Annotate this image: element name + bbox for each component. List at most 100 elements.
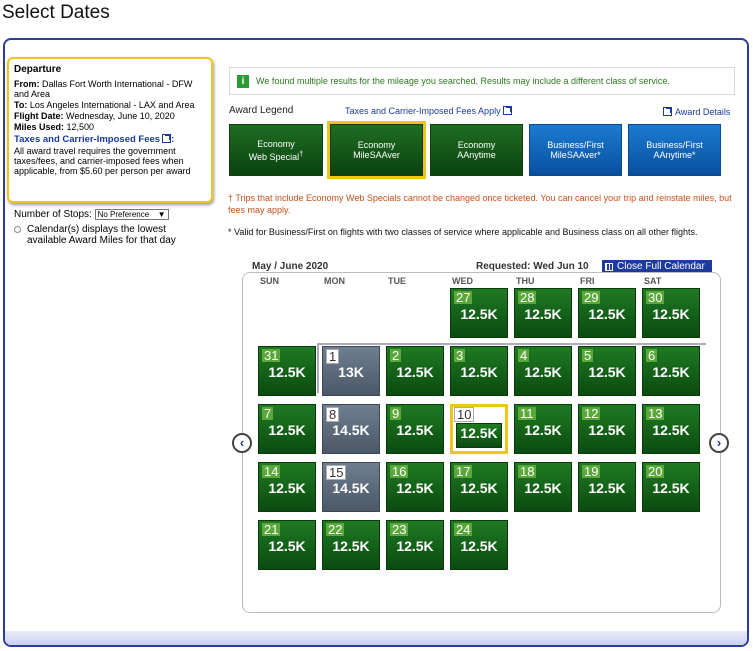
to-row: To: Los Angeles International - LAX and …: [14, 100, 206, 110]
stops-selected-value: No Preference: [97, 210, 150, 219]
next-month-button[interactable]: ›: [709, 433, 729, 453]
stops-select[interactable]: No Preference ▼: [94, 209, 169, 220]
external-link-icon[interactable]: [162, 134, 172, 143]
weekday-thu: THU: [516, 276, 535, 286]
award-line1: Economy: [357, 140, 396, 150]
day-number: 9: [390, 406, 402, 421]
weekday-sun: SUN: [260, 276, 280, 286]
calendar-day-9[interactable]: 9 12.5K: [386, 404, 444, 454]
day-number: 6: [646, 348, 658, 363]
day-number: 5: [582, 348, 594, 363]
calendar-day-18[interactable]: 18 12.5K: [514, 462, 572, 512]
calendar-day-13[interactable]: 13 12.5K: [642, 404, 700, 454]
calendar-day-23[interactable]: 23 12.5K: [386, 520, 444, 570]
weekday-sat: SAT: [644, 276, 662, 286]
calendar-day-24[interactable]: 24 12.5K: [450, 520, 508, 570]
day-number: 12: [582, 406, 601, 421]
day-miles-value: 12.5K: [460, 306, 498, 322]
calendar-day-31[interactable]: 31 12.5K: [258, 346, 316, 396]
award-line1: Business/First: [547, 140, 604, 150]
calendar-day-21[interactable]: 21 12.5K: [258, 520, 316, 570]
weekday-fri: FRI: [580, 276, 595, 286]
calendar-day-19[interactable]: 19 12.5K: [578, 462, 636, 512]
day-miles-value: 12.5K: [652, 364, 690, 380]
day-miles-value: 12.5K: [588, 306, 626, 322]
award-line1: Economy: [257, 138, 295, 149]
calendar-day-4[interactable]: 4 12.5K: [514, 346, 572, 396]
calendar-day-8[interactable]: 8 14.5K: [322, 404, 380, 454]
legend-fees-text: Taxes and Carrier-Imposed Fees Apply: [345, 106, 501, 116]
previous-month-button[interactable]: ‹: [232, 433, 252, 453]
calendar-day-6[interactable]: 6 12.5K: [642, 346, 700, 396]
to-value: Los Angeles International - LAX and Area: [29, 100, 195, 110]
departure-summary: Departure From: Dallas Fort Worth Intern…: [7, 57, 213, 203]
day-miles-value: 12.5K: [588, 422, 626, 438]
award-line2: AAnytime*: [653, 150, 696, 160]
award-details-link[interactable]: Award Details: [663, 107, 730, 117]
calendar-day-7[interactable]: 7 12.5K: [258, 404, 316, 454]
calendar-day-28[interactable]: 28 12.5K: [514, 288, 572, 338]
award-economy-web-special-button[interactable]: Economy Web Special†: [229, 124, 323, 176]
miles-used-row: Miles Used: 12,500: [14, 122, 206, 132]
fees-colon: :: [171, 134, 175, 145]
day-number: 17: [454, 464, 473, 479]
from-label: From:: [14, 79, 40, 89]
day-miles-value: 12.5K: [396, 480, 434, 496]
calendar-day-11[interactable]: 11 12.5K: [514, 404, 572, 454]
close-calendar-label: Close Full Calendar: [617, 261, 705, 272]
web-special-note: † Trips that include Economy Web Special…: [228, 193, 732, 215]
day-miles-value: 12.5K: [524, 364, 562, 380]
day-number: 28: [518, 290, 537, 305]
flight-date-value: Wednesday, June 10, 2020: [66, 111, 175, 121]
day-miles-value: 12.5K: [396, 538, 434, 554]
day-number: 30: [646, 290, 665, 305]
day-number: 23: [390, 522, 409, 537]
day-number: 10: [454, 407, 475, 422]
calendar-day-30[interactable]: 30 12.5K: [642, 288, 700, 338]
departure-heading: Departure: [14, 64, 62, 75]
month-divider: [318, 343, 706, 345]
calendar-day-22[interactable]: 22 12.5K: [322, 520, 380, 570]
calendar-day-27[interactable]: 27 12.5K: [450, 288, 508, 338]
miles-used-value: 12,500: [66, 122, 95, 132]
day-number: 8: [326, 407, 340, 422]
from-value: Dallas Fort Worth International - DFW an…: [14, 79, 193, 99]
day-number: 14: [262, 464, 281, 479]
day-miles-value: 12.5K: [268, 480, 306, 496]
radio-icon[interactable]: [14, 226, 21, 233]
requested-date: Requested: Wed Jun 10: [476, 261, 589, 272]
fees-link-row: Taxes and Carrier-Imposed Fees:: [14, 134, 206, 145]
fees-link[interactable]: Taxes and Carrier-Imposed Fees: [14, 134, 160, 145]
calendar-day-20[interactable]: 20 12.5K: [642, 462, 700, 512]
calendar-day-29[interactable]: 29 12.5K: [578, 288, 636, 338]
calendar-day-17[interactable]: 17 12.5K: [450, 462, 508, 512]
calendar-day-2[interactable]: 2 12.5K: [386, 346, 444, 396]
award-economy-milesaaver-button[interactable]: Economy MileSAAver: [327, 121, 426, 179]
day-miles-value: 12.5K: [524, 422, 562, 438]
award-business-first-aanytime-button[interactable]: Business/First AAnytime*: [628, 124, 721, 176]
external-link-icon: [663, 107, 672, 116]
award-line2: MileSAAver: [353, 150, 400, 160]
calendar-day-5[interactable]: 5 12.5K: [578, 346, 636, 396]
miles-used-label: Miles Used:: [14, 122, 65, 132]
stops-filter: Number of Stops: No Preference ▼: [14, 209, 169, 220]
calendar-day-1[interactable]: 1 13K: [322, 346, 380, 396]
day-number: 27: [454, 290, 473, 305]
calendar-day-16[interactable]: 16 12.5K: [386, 462, 444, 512]
day-miles-value: 14.5K: [332, 480, 370, 496]
calendar-day-15[interactable]: 15 14.5K: [322, 462, 380, 512]
calendar-day-12[interactable]: 12 12.5K: [578, 404, 636, 454]
calendar-day-3[interactable]: 3 12.5K: [450, 346, 508, 396]
award-business-first-milesaaver-button[interactable]: Business/First MileSAAver*: [529, 124, 622, 176]
flight-date-row: Flight Date: Wednesday, June 10, 2020: [14, 111, 206, 121]
award-economy-aanytime-button[interactable]: Economy AAnytime: [430, 124, 523, 176]
day-number: 11: [518, 406, 536, 421]
info-message-bar: i We found multiple results for the mile…: [229, 67, 735, 95]
award-line2: AAnytime: [457, 150, 496, 160]
day-miles-value: 13K: [338, 364, 364, 380]
day-number: 19: [582, 464, 601, 479]
calendar-day-14[interactable]: 14 12.5K: [258, 462, 316, 512]
day-miles-value: 12.5K: [268, 538, 306, 554]
calendar-day-10[interactable]: 10 12.5K: [450, 404, 508, 454]
legend-fees-link[interactable]: Taxes and Carrier-Imposed Fees Apply: [345, 106, 512, 116]
